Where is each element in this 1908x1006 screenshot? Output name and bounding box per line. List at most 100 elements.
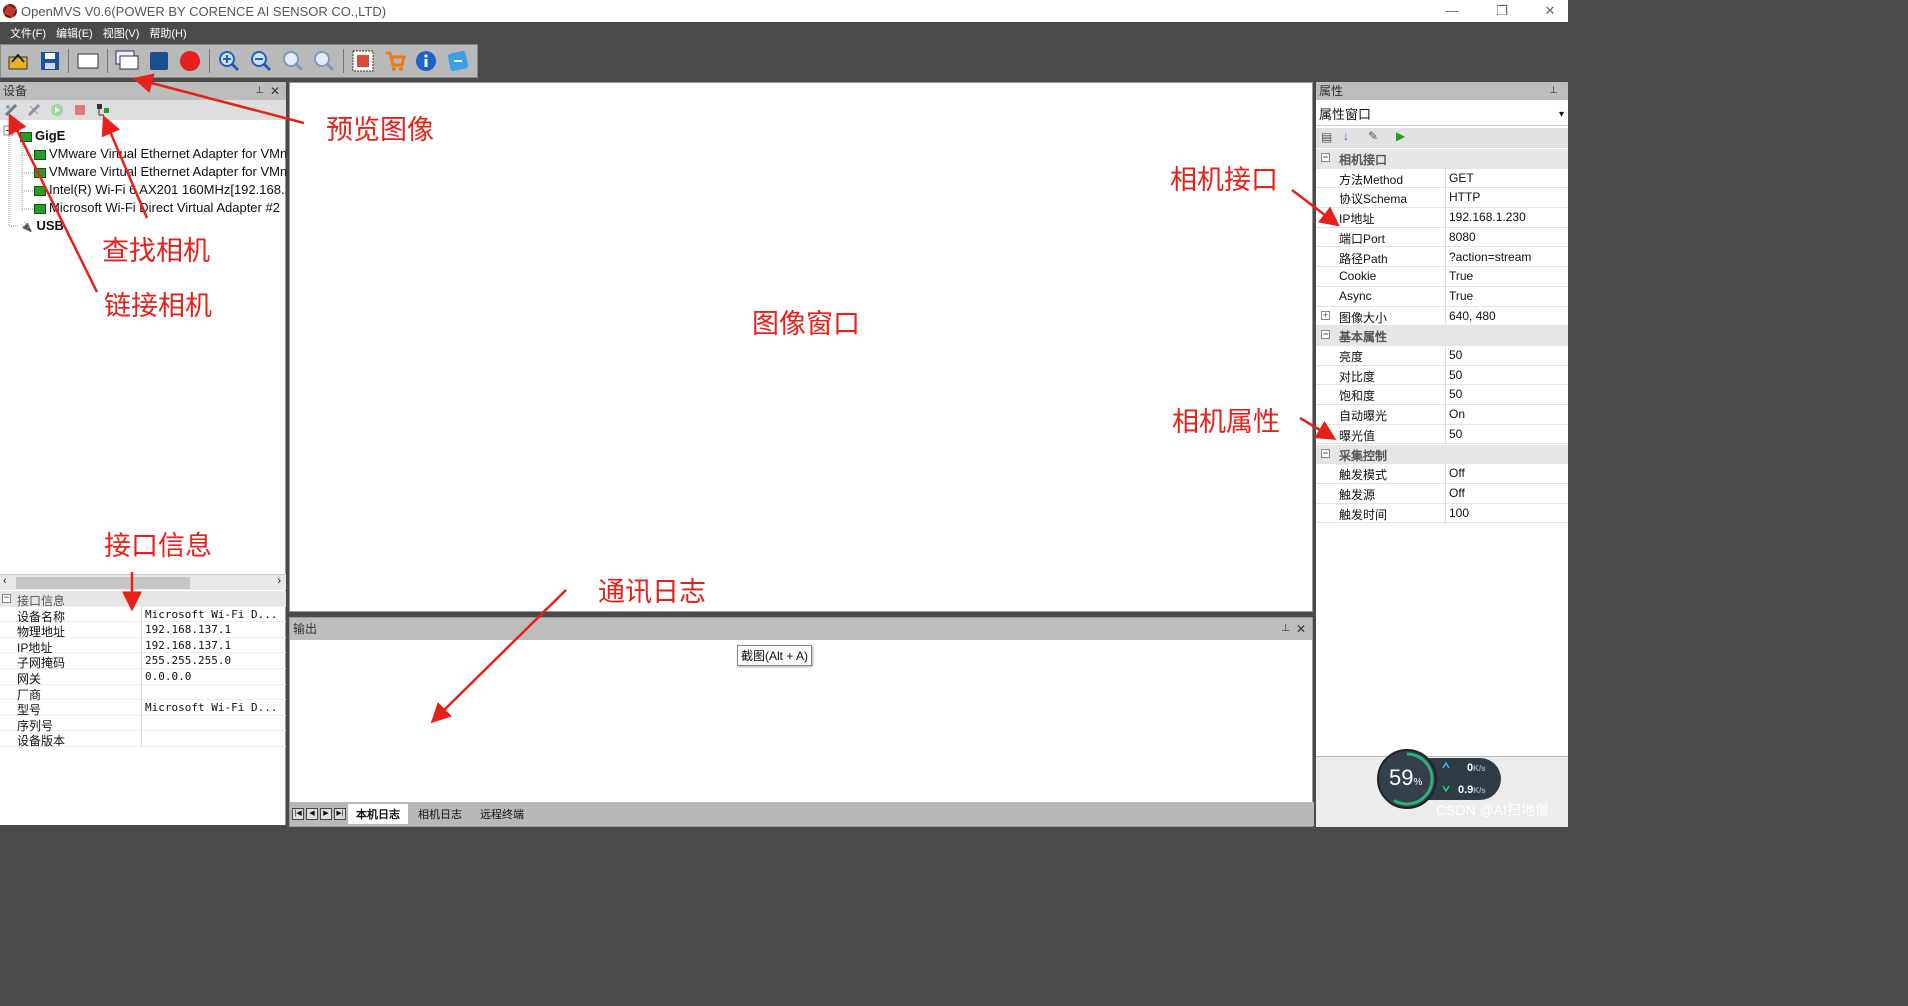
link-camera-icon[interactable] [4,103,18,117]
record-icon[interactable] [178,48,204,74]
collapse-icon[interactable]: − [1321,330,1330,340]
property-value[interactable]: On [1449,407,1465,421]
zoom-out-icon[interactable] [248,48,274,74]
tab-last-icon[interactable]: ▶| [334,808,346,820]
property-row[interactable]: 对比度 50 [1316,365,1568,386]
pin-icon[interactable]: ⊥ [1549,82,1558,100]
scroll-left-icon[interactable]: ‹ [3,575,7,587]
property-value[interactable]: Off [1449,466,1465,480]
interface-info-row[interactable]: 网关 0.0.0.0 [0,669,286,686]
tree-horizontal-scrollbar[interactable]: ‹ › [0,574,286,590]
interface-info-row[interactable]: 序列号 [0,715,286,733]
snapshot-icon[interactable] [350,48,376,74]
tab-next-icon[interactable]: ▶ [320,808,332,820]
pin-icon[interactable]: ⊥ [255,82,264,100]
tree-node-usb[interactable]: 🔌 USB [20,218,64,233]
property-value[interactable]: ?action=stream [1449,250,1531,264]
interface-info-row[interactable]: 型号 Microsoft Wi-Fi D... [0,700,286,717]
property-value[interactable]: 8080 [1449,230,1476,244]
property-row[interactable]: 自动曝光 On [1316,405,1568,426]
property-row[interactable]: 触发源 Off [1316,483,1568,504]
tab-prev-icon[interactable]: ◀ [306,808,318,820]
collapse-icon[interactable]: − [1321,153,1330,162]
property-row[interactable]: 协议Schema HTTP [1316,188,1568,209]
interface-info-row[interactable]: 子网掩码 255.255.255.0 [0,653,286,670]
network-speed-widget[interactable]: 59% 0K/s 0.9K/s [1373,748,1503,809]
property-row[interactable]: Async True [1316,286,1568,307]
stop-icon[interactable] [146,48,172,74]
tab-camera-log[interactable]: 相机日志 [410,804,470,824]
property-row[interactable]: 方法Method GET [1316,168,1568,189]
tab-remote-terminal[interactable]: 远程终端 [472,804,532,824]
play-icon[interactable] [50,103,64,117]
scrollbar-thumb[interactable] [16,577,190,589]
interface-info-row[interactable]: IP地址 192.168.137.1 [0,637,286,655]
interface-info-row[interactable]: 物理地址 192.168.137.1 [0,622,286,639]
menu-view[interactable]: 视图(V) [103,25,140,41]
property-row[interactable]: 饱和度 50 [1316,385,1568,406]
property-row[interactable]: Cookie True [1316,267,1568,288]
link-tool-icon[interactable]: ✎ [1368,129,1378,143]
property-row[interactable]: 端口Port 8080 [1316,227,1568,248]
panel-close-icon[interactable]: ✕ [1296,618,1306,640]
find-camera-icon[interactable] [96,103,110,117]
tree-node-gige[interactable]: GigE [20,128,65,143]
property-value[interactable]: 50 [1449,348,1462,362]
tree-node-adapter[interactable]: VMware Virtual Ethernet Adapter for VMne… [34,164,286,179]
cart-icon[interactable] [382,48,408,74]
window-icon[interactable] [75,48,101,74]
property-value[interactable]: HTTP [1449,190,1480,204]
unlink-camera-icon[interactable] [27,103,41,117]
zoom-in-icon[interactable] [216,48,242,74]
categorized-icon[interactable]: ▤ [1321,130,1332,144]
property-row[interactable]: + 图像大小 640, 480 [1316,306,1568,327]
panel-close-icon[interactable]: ✕ [270,82,280,100]
property-row[interactable]: 触发时间 100 [1316,503,1568,524]
property-value[interactable]: Off [1449,486,1465,500]
property-row[interactable]: 曝光值 50 [1316,424,1568,445]
image-window[interactable] [289,82,1313,612]
property-category[interactable]: − 采集控制 [1316,444,1568,465]
minimize-icon[interactable]: — [1442,2,1462,20]
menu-help[interactable]: 帮助(H) [149,25,186,41]
property-row[interactable]: 亮度 50 [1316,346,1568,366]
interface-info-row[interactable]: 设备版本 [0,731,286,748]
tab-first-icon[interactable]: |◀ [292,808,304,820]
property-value[interactable]: 50 [1449,427,1462,441]
sort-alpha-icon[interactable]: ↓ [1343,129,1349,143]
open-icon[interactable] [5,48,31,74]
collapse-icon[interactable]: − [1321,448,1330,458]
zoom-fit-icon[interactable] [280,48,306,74]
tree-node-adapter[interactable]: Microsoft Wi-Fi Direct Virtual Adapter #… [34,200,286,215]
property-value[interactable]: True [1449,269,1473,283]
save-icon[interactable] [37,48,63,74]
tree-node-adapter[interactable]: Intel(R) Wi-Fi 6 AX201 160MHz[192.168.13… [34,182,286,197]
close-icon[interactable]: ✕ [1540,2,1560,20]
property-category[interactable]: − 基本属性 [1316,326,1568,346]
property-value[interactable]: True [1449,289,1473,303]
menu-file[interactable]: 文件(F) [10,25,46,41]
property-category[interactable]: − 相机接口 [1316,149,1568,169]
property-value[interactable]: 50 [1449,387,1462,401]
help-icon[interactable] [445,48,471,74]
pin-icon[interactable]: ⊥ [1281,618,1290,640]
property-value[interactable]: GET [1449,171,1474,185]
property-row[interactable]: IP地址 192.168.1.230 [1316,208,1568,229]
interface-info-category[interactable]: − 接口信息 [0,591,286,608]
property-value[interactable]: 640, 480 [1449,309,1496,323]
stop-capture-icon[interactable] [73,103,87,117]
property-value[interactable]: 192.168.1.230 [1449,210,1526,224]
property-value[interactable]: 100 [1449,506,1469,520]
expand-icon[interactable]: + [1321,310,1330,320]
property-value[interactable]: 50 [1449,368,1462,382]
info-icon[interactable] [414,48,440,74]
property-row[interactable]: 路径Path ?action=stream [1316,247,1568,268]
interface-info-row[interactable]: 设备名称 Microsoft Wi-Fi D... [0,606,286,624]
preview-icon[interactable] [114,48,140,74]
chevron-down-icon[interactable]: ▾ [1559,104,1564,126]
interface-info-row[interactable]: 厂商 [0,684,286,702]
tab-local-log[interactable]: 本机日志 [348,804,408,824]
scroll-right-icon[interactable]: › [277,575,281,587]
play-icon[interactable]: ▶ [1396,129,1405,143]
collapse-icon[interactable]: − [2,594,11,603]
